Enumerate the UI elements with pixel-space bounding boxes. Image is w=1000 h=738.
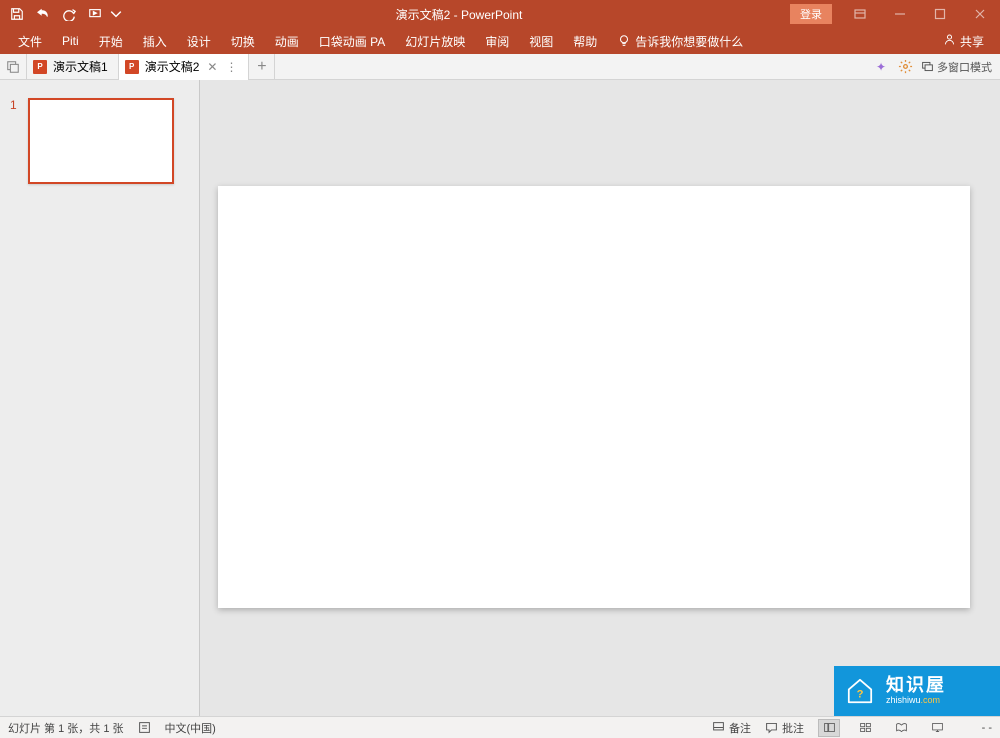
- slide-canvas-area[interactable]: [200, 80, 1000, 716]
- share-button[interactable]: 共享: [935, 33, 992, 50]
- undo-button[interactable]: [32, 3, 54, 25]
- brand-name-en: zhishiwu.com: [886, 696, 946, 706]
- window-list-button[interactable]: [0, 54, 27, 80]
- title-bar: 演示文稿2 - PowerPoint 登录: [0, 0, 1000, 28]
- close-button[interactable]: [960, 0, 1000, 28]
- tab-design[interactable]: 设计: [177, 28, 221, 54]
- main-area: 1: [0, 80, 1000, 716]
- slide-number: 1: [10, 98, 20, 184]
- notes-label: 备注: [729, 720, 751, 736]
- minimize-button[interactable]: [880, 0, 920, 28]
- title-bar-right: 登录: [790, 0, 1000, 28]
- doc-tab-2-label: 演示文稿2: [145, 58, 200, 75]
- multiwindow-label: 多窗口模式: [937, 59, 992, 75]
- qat-dropdown-icon[interactable]: [110, 3, 122, 25]
- slide-sorter-view-button[interactable]: [854, 719, 876, 737]
- notes-button[interactable]: 备注: [712, 720, 751, 736]
- powerpoint-file-icon: P: [125, 60, 139, 74]
- lightbulb-icon: [617, 34, 631, 48]
- slide-thumbnail-1[interactable]: [28, 98, 174, 184]
- brand-name-cn: 知识屋: [886, 676, 946, 696]
- doc-tabs-right: ✦ 多窗口模式: [865, 59, 1000, 75]
- multiwindow-mode-button[interactable]: 多窗口模式: [921, 59, 992, 75]
- reading-view-button[interactable]: [890, 719, 912, 737]
- tab-pocket-animation[interactable]: 口袋动画 PA: [309, 28, 395, 54]
- tab-insert[interactable]: 插入: [133, 28, 177, 54]
- doc-tab-1-label: 演示文稿1: [53, 58, 108, 75]
- tab-review[interactable]: 审阅: [475, 28, 519, 54]
- sparkle-icon[interactable]: ✦: [873, 59, 889, 75]
- ribbon-display-options-button[interactable]: [840, 0, 880, 28]
- slideshow-view-button[interactable]: [926, 719, 948, 737]
- document-tabs-bar: P 演示文稿1 P 演示文稿2 ✕ ⋮ + ✦ 多窗口模式: [0, 54, 1000, 80]
- comments-button[interactable]: 批注: [765, 720, 804, 736]
- tell-me-box[interactable]: 告诉我你想要做什么: [607, 28, 753, 54]
- doc-tab-1[interactable]: P 演示文稿1: [27, 54, 119, 80]
- doc-tab-2[interactable]: P 演示文稿2 ✕ ⋮: [119, 54, 250, 80]
- slide-thumbnail-panel[interactable]: 1: [0, 80, 200, 716]
- comments-label: 批注: [782, 720, 804, 736]
- tab-home[interactable]: 开始: [89, 28, 133, 54]
- tab-piti[interactable]: Piti: [52, 28, 89, 54]
- window-title: 演示文稿2 - PowerPoint: [128, 6, 790, 23]
- new-tab-button[interactable]: +: [249, 54, 275, 80]
- close-tab-icon[interactable]: ✕: [205, 60, 219, 74]
- tab-file[interactable]: 文件: [8, 28, 52, 54]
- normal-view-button[interactable]: [818, 719, 840, 737]
- gear-icon[interactable]: [897, 59, 913, 75]
- powerpoint-file-icon: P: [33, 60, 47, 74]
- quick-access-toolbar: [0, 3, 128, 25]
- save-button[interactable]: [6, 3, 28, 25]
- status-bar: 幻灯片 第 1 张，共 1 张 中文(中国) 备注 批注 - -: [0, 716, 1000, 738]
- thumbnail-row-1: 1: [10, 98, 189, 184]
- tab-transitions[interactable]: 切换: [221, 28, 265, 54]
- accessibility-check-button[interactable]: [138, 721, 151, 734]
- tab-animations[interactable]: 动画: [265, 28, 309, 54]
- slide-count-status[interactable]: 幻灯片 第 1 张，共 1 张: [8, 720, 124, 736]
- tab-slideshow[interactable]: 幻灯片放映: [395, 28, 475, 54]
- house-icon: ?: [844, 675, 876, 707]
- tab-help[interactable]: 帮助: [563, 28, 607, 54]
- watermark-badge: ? 知识屋 zhishiwu.com: [834, 666, 1000, 716]
- slide-canvas[interactable]: [218, 186, 970, 608]
- language-status[interactable]: 中文(中国): [165, 720, 216, 736]
- tell-me-label: 告诉我你想要做什么: [635, 33, 743, 50]
- tab-view[interactable]: 视图: [519, 28, 563, 54]
- ribbon-tabs: 文件 Piti 开始 插入 设计 切换 动画 口袋动画 PA 幻灯片放映 审阅 …: [0, 28, 1000, 54]
- tab-menu-icon[interactable]: ⋮: [225, 60, 238, 74]
- start-from-beginning-button[interactable]: [84, 3, 106, 25]
- share-label: 共享: [960, 33, 984, 50]
- redo-button[interactable]: [58, 3, 80, 25]
- share-icon: [943, 33, 956, 49]
- svg-text:?: ?: [857, 688, 864, 700]
- login-button[interactable]: 登录: [790, 4, 832, 24]
- maximize-button[interactable]: [920, 0, 960, 28]
- zoom-indicator[interactable]: - -: [962, 722, 992, 734]
